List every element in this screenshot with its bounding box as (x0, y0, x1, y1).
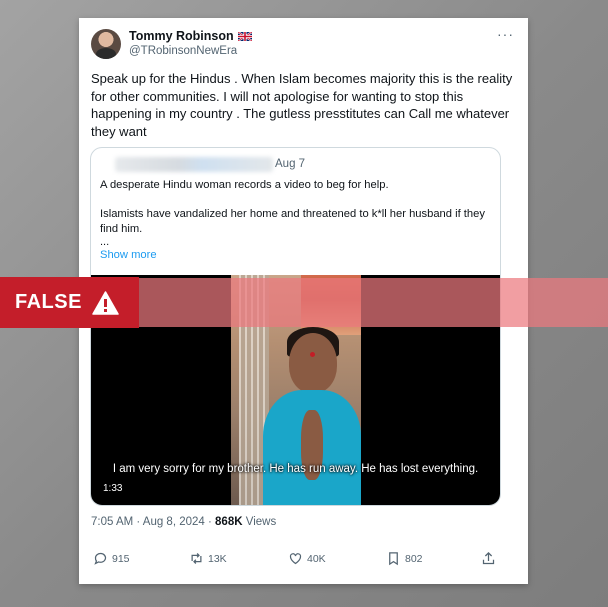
like-icon (289, 553, 302, 565)
share-button[interactable] (481, 551, 496, 566)
reply-icon (94, 552, 107, 565)
repost-count: 13K (208, 552, 227, 565)
show-more-link[interactable]: Show more (100, 249, 157, 261)
quote-text-line2: Islamists have vandalized her home and t… (100, 208, 485, 235)
repost-icon (191, 553, 202, 564)
author-handle[interactable]: @TRobinsonNewEra (129, 45, 237, 57)
video-duration: 1:33 (103, 483, 123, 494)
false-label: FALSE (0, 277, 139, 328)
like-button[interactable]: 40K (288, 551, 326, 566)
quote-ellipsis: ... (100, 236, 110, 248)
bookmark-icon (389, 552, 398, 566)
tweet-meta: 7:05 AM · Aug 8, 2024 · 868K Views (91, 516, 276, 528)
share-icon (482, 551, 495, 565)
uk-flag-icon (237, 31, 252, 41)
tweet-time[interactable]: 7:05 AM · Aug 8, 2024 · (91, 516, 215, 528)
author-name-row: Tommy Robinson (129, 29, 252, 43)
more-icon[interactable]: ··· (497, 26, 514, 42)
avatar[interactable] (91, 29, 121, 59)
tweet-text: Speak up for the Hindus . When Islam bec… (91, 71, 513, 139)
views-label: Views (242, 516, 277, 528)
bookmark-button[interactable]: 802 (386, 551, 423, 566)
like-count: 40K (307, 552, 326, 565)
video-subtitle: I am very sorry for my brother. He has r… (112, 463, 479, 475)
reply-button[interactable]: 915 (93, 551, 130, 566)
woman-face (289, 333, 337, 393)
views-count: 868K (215, 516, 243, 528)
action-bar: 915 13K 40K 802 (91, 551, 511, 569)
bookmark-count: 802 (405, 552, 423, 565)
blurred-author (115, 157, 273, 172)
reply-count: 915 (112, 552, 130, 565)
quote-text-line1: A desperate Hindu woman records a video … (100, 179, 389, 191)
author-name[interactable]: Tommy Robinson (129, 29, 234, 43)
repost-button[interactable]: 13K (189, 551, 227, 566)
false-label-text: FALSE (15, 291, 82, 313)
woman-bindi (310, 352, 315, 357)
quote-date: Aug 7 (275, 158, 306, 170)
warning-icon (92, 290, 119, 315)
